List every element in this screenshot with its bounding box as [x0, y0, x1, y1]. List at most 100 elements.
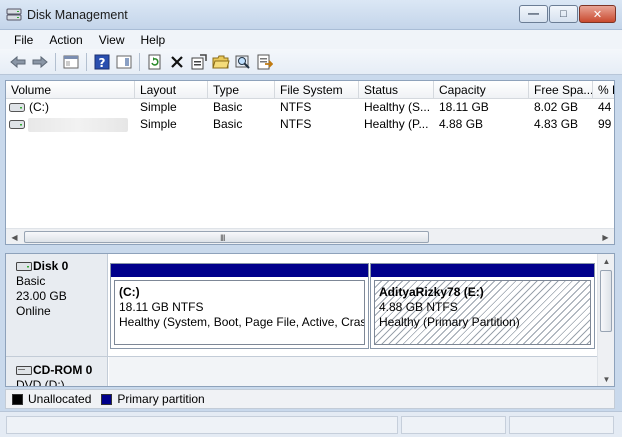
- maximize-button[interactable]: □: [549, 5, 578, 23]
- partition-label: AdityaRizky78 (E:): [379, 285, 484, 299]
- show-pane-icon: [116, 55, 132, 68]
- maximize-icon: □: [560, 8, 567, 20]
- menu-bar: File Action View Help: [0, 30, 622, 49]
- volume-list[interactable]: Volume Layout Type File System Status Ca…: [5, 80, 615, 245]
- table-row[interactable]: (C:) Simple Basic NTFS Healthy (S... 18.…: [6, 99, 614, 116]
- column-header-capacity[interactable]: Capacity: [434, 81, 529, 99]
- horizontal-scrollbar[interactable]: ◀ III ▶: [6, 228, 614, 244]
- disk-size: 23.00 GB: [16, 289, 67, 303]
- show-action-pane-button[interactable]: [113, 52, 135, 72]
- scroll-left-icon[interactable]: ◀: [6, 229, 23, 244]
- column-header-free-space[interactable]: Free Spa...: [529, 81, 593, 99]
- scroll-grip: III: [220, 233, 225, 243]
- partition-size: 18.11 GB NTFS: [119, 300, 204, 314]
- cell-free-space: 4.83 GB: [534, 117, 579, 131]
- partition-e[interactable]: AdityaRizky78 (E:) 4.88 GB NTFS Healthy …: [370, 263, 595, 349]
- menu-help[interactable]: Help: [133, 33, 174, 47]
- back-arrow-icon: [10, 55, 26, 68]
- disk-layout-pane[interactable]: Disk 0 Basic 23.00 GB Online (C:) 18.11 …: [5, 253, 615, 387]
- properties-icon: [191, 53, 207, 69]
- help-icon: ?: [94, 54, 110, 70]
- toolbar: ?: [0, 49, 622, 75]
- toolbar-separator: [55, 52, 56, 71]
- open-folder-icon: [212, 55, 230, 68]
- cdrom-0-row[interactable]: CD-ROM 0 DVD (D:): [6, 356, 598, 386]
- explore-icon: [235, 55, 250, 69]
- scroll-up-icon[interactable]: ▲: [598, 254, 614, 268]
- toolbar-separator: [86, 52, 87, 71]
- disk-icon: [16, 262, 32, 271]
- forward-button[interactable]: [29, 52, 51, 72]
- disk-kind: Basic: [16, 274, 46, 288]
- close-button[interactable]: ✕: [579, 5, 616, 23]
- cell-volume: (C:): [29, 100, 49, 114]
- window-title: Disk Management: [27, 8, 128, 22]
- column-header-file-system[interactable]: File System: [275, 81, 359, 99]
- vertical-scrollbar[interactable]: ▲ ▼: [597, 254, 614, 386]
- console-tree-icon: [63, 55, 79, 68]
- minimize-button[interactable]: —: [519, 5, 548, 23]
- status-bar: [0, 411, 622, 437]
- drive-icon: [9, 120, 25, 129]
- cell-layout: Simple: [140, 100, 177, 114]
- partition-c-body: (C:) 18.11 GB NTFS Healthy (System, Boot…: [114, 280, 365, 345]
- cell-type: Basic: [213, 100, 243, 114]
- cdrom-0-media-area: [109, 357, 598, 386]
- column-header-layout[interactable]: Layout: [135, 81, 208, 99]
- status-panel-main: [6, 416, 398, 434]
- cdrom-icon: [16, 366, 32, 375]
- delete-icon: [171, 55, 183, 68]
- legend-primary-partition: Primary partition: [117, 392, 205, 406]
- cell-percent-free: 44: [598, 100, 612, 114]
- export-button[interactable]: [254, 52, 276, 72]
- cell-free-space: 8.02 GB: [534, 100, 579, 114]
- delete-button[interactable]: [166, 52, 188, 72]
- explore-button[interactable]: [232, 52, 254, 72]
- disk-management-app-icon: [6, 8, 22, 21]
- disk-name: Disk 0: [33, 259, 69, 273]
- scroll-thumb[interactable]: [600, 270, 612, 332]
- cell-layout: Simple: [140, 117, 177, 131]
- partition-status: Healthy (Primary Partition): [379, 315, 520, 329]
- column-header-type[interactable]: Type: [208, 81, 275, 99]
- cell-file-system: NTFS: [280, 100, 312, 114]
- column-header-volume[interactable]: Volume: [6, 81, 135, 99]
- disk-state: Online: [16, 304, 51, 318]
- cell-capacity: 4.88 GB: [439, 117, 484, 131]
- open-button[interactable]: [210, 52, 232, 72]
- help-button[interactable]: ?: [91, 52, 113, 72]
- unallocated-swatch: [12, 393, 23, 405]
- drive-icon: [9, 103, 25, 112]
- refresh-icon: [148, 54, 161, 69]
- back-button[interactable]: [7, 52, 29, 72]
- disk-0-label[interactable]: Disk 0 Basic 23.00 GB Online: [6, 254, 108, 356]
- cdrom-name: CD-ROM 0: [33, 363, 93, 377]
- minimize-icon: —: [528, 8, 539, 20]
- forward-arrow-icon: [32, 55, 48, 68]
- primary-partition-bar: [371, 264, 594, 277]
- show-hide-console-tree-button[interactable]: [60, 52, 82, 72]
- scroll-down-icon[interactable]: ▼: [598, 372, 614, 386]
- menu-file[interactable]: File: [6, 33, 41, 47]
- status-panel-2: [401, 416, 506, 434]
- volume-list-header: Volume Layout Type File System Status Ca…: [6, 81, 614, 99]
- legend-bar: Unallocated Primary partition: [5, 389, 615, 409]
- refresh-button[interactable]: [144, 52, 166, 72]
- menu-view[interactable]: View: [91, 33, 133, 47]
- cell-capacity: 18.11 GB: [439, 100, 489, 114]
- menu-action[interactable]: Action: [41, 33, 90, 47]
- legend-unallocated: Unallocated: [28, 392, 92, 406]
- column-header-status[interactable]: Status: [359, 81, 434, 99]
- properties-button[interactable]: [188, 52, 210, 72]
- scroll-right-icon[interactable]: ▶: [597, 229, 614, 244]
- scroll-thumb[interactable]: III: [24, 231, 429, 243]
- cell-type: Basic: [213, 117, 243, 131]
- close-icon: ✕: [592, 8, 603, 21]
- cdrom-0-label[interactable]: CD-ROM 0 DVD (D:): [6, 357, 108, 386]
- cell-status: Healthy (P...: [364, 117, 429, 131]
- partition-c[interactable]: (C:) 18.11 GB NTFS Healthy (System, Boot…: [110, 263, 369, 349]
- table-row[interactable]: Simple Basic NTFS Healthy (P... 4.88 GB …: [6, 116, 614, 133]
- cell-volume: [24, 116, 134, 133]
- column-header-percent-free[interactable]: % F: [593, 81, 614, 99]
- status-panel-3: [509, 416, 614, 434]
